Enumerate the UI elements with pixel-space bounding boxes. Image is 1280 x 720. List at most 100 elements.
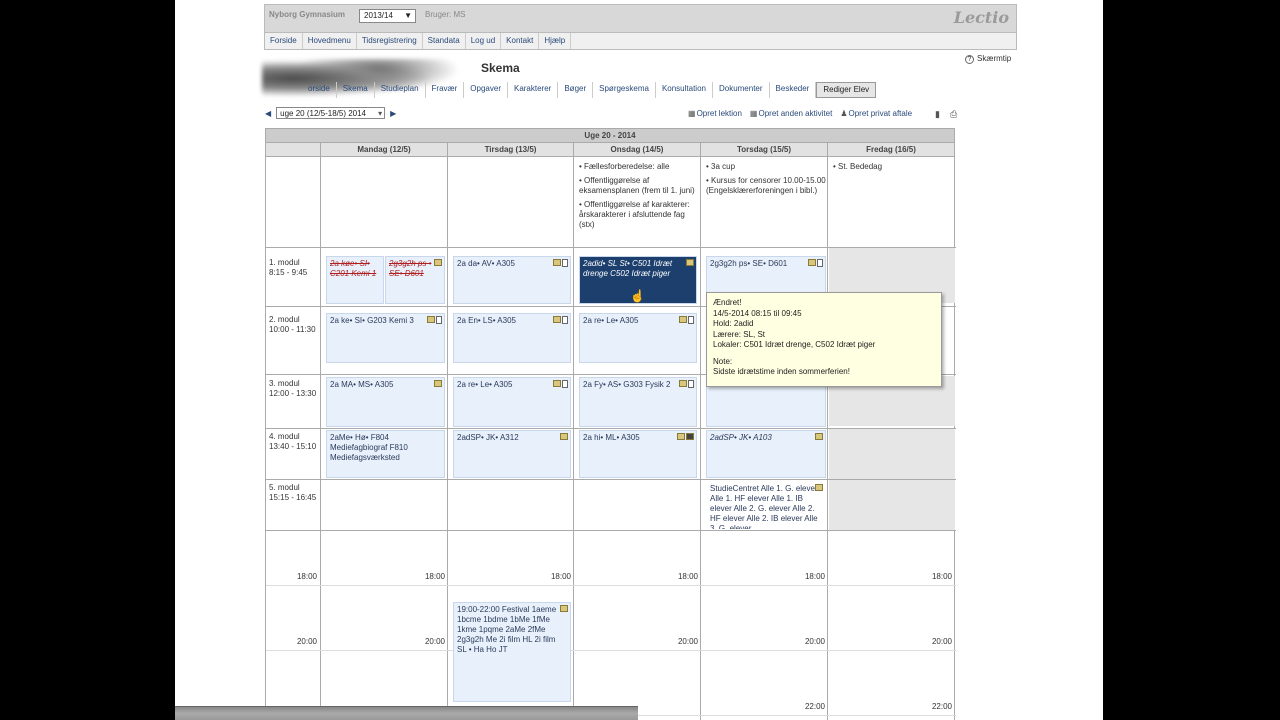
time-label: 18:00 xyxy=(550,572,571,581)
lesson-thu-m4[interactable]: 2adSP• JK• A103 xyxy=(706,430,826,478)
lesson-wed-m4[interactable]: 2a hi• ML• A305 xyxy=(579,430,697,478)
note-icon xyxy=(434,259,442,266)
lesson-tue-m4[interactable]: 2adSP• JK• A312 xyxy=(453,430,571,478)
note-icon xyxy=(686,259,694,266)
page-title: Skema xyxy=(481,61,520,75)
lesson-tooltip: Ændret! 14/5-2014 08:15 til 09:45 Hold: … xyxy=(706,292,942,387)
module-label: 1. modul 8:15 - 9:45 xyxy=(269,258,308,277)
note-icon xyxy=(427,316,435,323)
note-icon xyxy=(679,380,687,387)
user-label: Bruger: MS xyxy=(425,10,466,19)
dropdown-arrow-icon: ▾ xyxy=(378,109,383,118)
time-label: 22:00 xyxy=(931,702,952,711)
print-icon[interactable]: ⎙ xyxy=(950,109,957,119)
document-icon xyxy=(436,316,442,324)
student-tabs: orside Skema Studieplan Fravær Opgaver K… xyxy=(302,82,877,98)
note-icon xyxy=(815,433,823,440)
tab-skema[interactable]: Skema xyxy=(337,82,375,98)
document-icon xyxy=(688,380,694,388)
note-icon xyxy=(679,316,687,323)
lesson-mon-m1-a[interactable]: 2a køe• SI• C201 Kemi 1 xyxy=(326,256,384,304)
wednesday-announcements: • Fællesforberedelse: alle • Offentliggø… xyxy=(579,162,695,229)
prev-week-icon[interactable]: ◀ xyxy=(265,109,271,118)
tab-sporgeskema[interactable]: Spørgeskema xyxy=(593,82,656,98)
calendar-icon: ▦ xyxy=(688,109,696,118)
next-week-icon[interactable]: ▶ xyxy=(390,109,396,118)
module-label: 3. modul 12:00 - 13:30 xyxy=(269,379,317,398)
calendar-icon: ▦ xyxy=(749,109,758,118)
schedule-grid: Mandag (12/5) Tirsdag (13/5) Onsdag (14/… xyxy=(265,143,956,720)
day-header: Onsdag (14/5) xyxy=(574,143,700,157)
event-tue-festival[interactable]: 19:00-22:00 Festival 1aeme 1bcme 1bdme 1… xyxy=(453,602,571,702)
time-label: 18:00 xyxy=(804,572,825,581)
nav-tidsregistrering[interactable]: Tidsregistrering xyxy=(357,33,423,49)
day-header: Tirsdag (13/5) xyxy=(448,143,573,157)
day-header: Torsdag (15/5) xyxy=(701,143,827,157)
thursday-announcements: • 3a cup • Kursus for censorer 10.00-15.… xyxy=(706,162,826,195)
lesson-mon-m4[interactable]: 2aMe• Hø• F804 Mediefagbiograf F810 Medi… xyxy=(326,430,445,478)
tab-karakterer[interactable]: Karakterer xyxy=(508,82,559,98)
dropdown-arrow-icon: ▼ xyxy=(404,11,412,20)
time-label: 20:00 xyxy=(931,637,952,646)
module-label: 5. modul 15:15 - 16:45 xyxy=(269,483,317,502)
week-select[interactable]: uge 20 (12/5-18/5) 2014 ▾ xyxy=(276,107,386,119)
create-private-link[interactable]: ♟Opret privat aftale xyxy=(840,109,912,118)
school-name: Nyborg Gymnasium xyxy=(269,10,346,19)
nav-kontakt[interactable]: Kontakt xyxy=(501,33,540,49)
time-label: 20:00 xyxy=(804,637,825,646)
note-icon xyxy=(553,259,561,266)
module-label: 4. modul 13:40 - 15:10 xyxy=(269,432,317,451)
friday-announcements: • St. Bededag xyxy=(833,162,883,171)
time-label: 22:00 xyxy=(804,702,825,711)
tab-rediger-elev[interactable]: Rediger Elev xyxy=(816,82,877,98)
nav-standata[interactable]: Standata xyxy=(423,33,466,49)
tab-konsultation[interactable]: Konsultation xyxy=(656,82,713,98)
time-label: 18:00 xyxy=(677,572,698,581)
module-label: 2. modul 10:00 - 11:30 xyxy=(269,315,316,334)
nav-hjaelp[interactable]: Hjælp xyxy=(539,33,572,49)
nav-log-ud[interactable]: Log ud xyxy=(466,33,502,49)
tab-forside[interactable]: orside xyxy=(302,82,337,98)
create-activity-link[interactable]: ▦Opret anden aktivitet xyxy=(750,109,832,118)
nav-forside[interactable]: Forside xyxy=(265,33,303,49)
note-icon xyxy=(560,433,568,440)
lesson-mon-m2[interactable]: 2a ke• SI• G203 Kemi 3 xyxy=(326,313,445,363)
time-label: 18:00 xyxy=(296,572,317,581)
export-icon[interactable]: ▮ xyxy=(935,109,940,119)
note-icon xyxy=(553,380,561,387)
lesson-wed-m3[interactable]: 2a Fy• AS• G303 Fysik 2 xyxy=(579,377,697,427)
document-icon xyxy=(562,259,568,267)
lesson-wed-m2[interactable]: 2a re• Le• A305 xyxy=(579,313,697,363)
tab-opgaver[interactable]: Opgaver xyxy=(464,82,508,98)
person-icon: ♟ xyxy=(840,109,848,118)
lectio-logo: Lectio xyxy=(953,8,1009,27)
document-icon xyxy=(562,380,568,388)
lesson-mon-m3[interactable]: 2a MA• MS• A305 xyxy=(326,377,445,427)
lesson-mon-m1-b[interactable]: 2g3g2h ps • SE• D601 xyxy=(385,256,445,304)
tab-studieplan[interactable]: Studieplan xyxy=(375,82,426,98)
activity-thu-m5[interactable]: StudieCentret Alle 1. G. elever Alle 1. … xyxy=(706,481,826,530)
screen-tip-link[interactable]: ? Skærmtip xyxy=(965,54,1011,64)
tab-beskeder[interactable]: Beskeder xyxy=(770,82,817,98)
note-icon xyxy=(434,380,442,387)
school-year-select[interactable]: 2013/14 ▼ xyxy=(359,9,416,23)
lesson-tue-m1[interactable]: 2a da• AV• A305 xyxy=(453,256,571,304)
create-lesson-link[interactable]: ▦Opret lektion xyxy=(688,109,742,118)
note-icon xyxy=(553,316,561,323)
lesson-tue-m3[interactable]: 2a re• Le• A305 xyxy=(453,377,571,427)
time-label: 20:00 xyxy=(677,637,698,646)
note-icon xyxy=(808,259,816,266)
lectio-page: Nyborg Gymnasium 2013/14 ▼ Bruger: MS Lec… xyxy=(175,0,1103,720)
top-bar: Nyborg Gymnasium 2013/14 ▼ Bruger: MS Lec… xyxy=(264,4,1017,33)
time-label: 20:00 xyxy=(424,637,445,646)
hand-cursor-icon: ☝ xyxy=(630,289,645,303)
day-header: Mandag (12/5) xyxy=(321,143,447,157)
tab-boger[interactable]: Bøger xyxy=(558,82,594,98)
horizontal-scrollbar[interactable] xyxy=(175,706,638,720)
tab-dokumenter[interactable]: Dokumenter xyxy=(713,82,770,98)
nav-hovedmenu[interactable]: Hovedmenu xyxy=(303,33,357,49)
note-icon xyxy=(815,484,823,491)
tab-fravaer[interactable]: Fravær xyxy=(426,82,465,98)
note-icon xyxy=(677,433,685,440)
lesson-tue-m2[interactable]: 2a En• LS• A305 xyxy=(453,313,571,363)
